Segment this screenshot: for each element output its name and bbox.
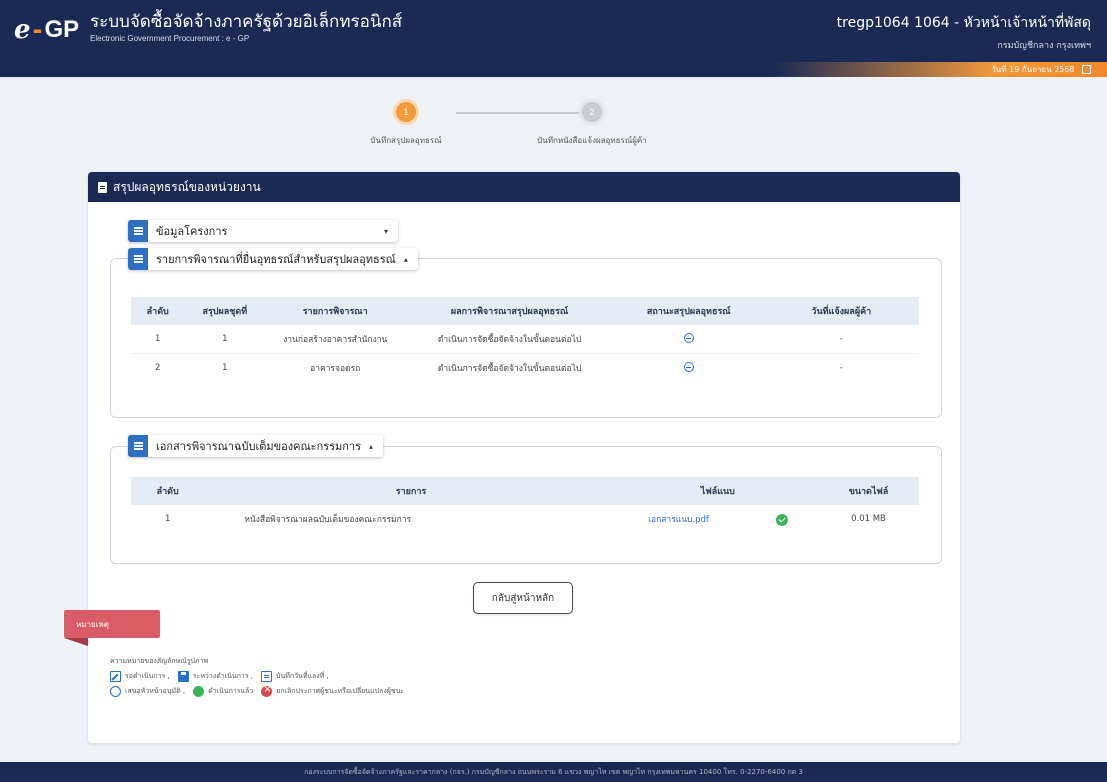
cell-result: ดำเนินการจัดซื้อจัดจ้างในขั้นตอนต่อไป bbox=[405, 353, 614, 382]
chevron-up-icon: ▴ bbox=[369, 441, 374, 451]
col-notify-date: วันที่แจ้งผลผู้ค้า bbox=[763, 297, 919, 325]
col-no: ลำดับ bbox=[131, 477, 205, 505]
current-date: วันที่ 19 กันยายน 2568 bbox=[991, 63, 1091, 76]
cell-set: 1 bbox=[184, 353, 266, 382]
legend-label: บันทึกวันที่แลงที่ , bbox=[276, 672, 329, 680]
col-result: ผลการพิจารณาสรุปผลอุทธรณ์ bbox=[405, 297, 614, 325]
project-info-toggle[interactable]: ข้อมูลโครงการ ▾ bbox=[128, 220, 399, 242]
chevron-up-icon: ▴ bbox=[403, 254, 408, 264]
stepper: 1 บันทึกสรุปผลอุทธรณ์ 2 บันทึกหนังสือแจ้… bbox=[370, 102, 690, 162]
cell-set: 1 bbox=[222, 334, 228, 344]
consideration-group: ลำดับ สรุปผลชุดที่ รายการพิจารณา ผลการพิ… bbox=[110, 258, 942, 418]
step-2-circle: 2 bbox=[582, 102, 602, 122]
legend-item: ดำเนินการแล้ว bbox=[193, 686, 253, 697]
documents-toggle[interactable]: เอกสารพิจารณาฉบับเต็มของคณะกรรมการ ▴ bbox=[128, 435, 384, 457]
legend-item: รอดำเนินการ , bbox=[110, 671, 170, 682]
logo-dash: - bbox=[32, 16, 43, 44]
user-icon[interactable] bbox=[683, 361, 694, 372]
col-size: ขนาดไฟล์ bbox=[818, 477, 919, 505]
cell-status[interactable] bbox=[613, 353, 764, 382]
cell-notify-date: - bbox=[839, 334, 843, 344]
consideration-table: ลำดับ สรุปผลชุดที่ รายการพิจารณา ผลการพิ… bbox=[131, 297, 919, 382]
documents-label: เอกสารพิจารณาฉบับเต็มของคณะกรรมการ bbox=[156, 440, 362, 453]
edit-icon bbox=[110, 671, 121, 682]
col-item: รายการ bbox=[204, 477, 618, 505]
user-name: tregp1064 1064 - หัวหน้าเจ้าหน้าที่พัสดุ bbox=[836, 15, 1091, 31]
logo-e: e bbox=[14, 15, 31, 45]
table-row: 2 1 อาคารจอดรถ ดำเนินการจัดซื้อจัดจ้างใน… bbox=[131, 353, 919, 382]
save-icon bbox=[177, 671, 189, 682]
check-icon bbox=[775, 513, 788, 526]
cell-no: 1 bbox=[164, 514, 171, 524]
footer: กองระบบการจัดซื้อจัดจ้างภาครัฐและราคากลา… bbox=[0, 762, 1107, 782]
step-1: 1 บันทึกสรุปผลอุทธรณ์ bbox=[336, 102, 476, 147]
logout-icon[interactable] bbox=[1082, 65, 1091, 74]
step-2: 2 บันทึกหนังสือแจ้งผลอุทธรณ์ผู้ค้า bbox=[522, 102, 662, 147]
cell-result: ดำเนินการจัดซื้อจัดจ้างในขั้นตอนต่อไป bbox=[437, 335, 582, 345]
legend-title: ความหมายของสัญลักษณ์รูปภาพ bbox=[110, 657, 209, 665]
logo-gp: GP bbox=[44, 16, 80, 43]
cell-item: อาคารจอดรถ bbox=[265, 353, 406, 382]
top-bar: e - GP ระบบจัดซื้อจัดจ้างภาครัฐด้วยอิเล็… bbox=[0, 0, 1107, 62]
file-link[interactable]: เอกสารแนบ.pdf bbox=[648, 515, 709, 525]
col-file: ไฟล์แนบ bbox=[617, 477, 818, 505]
document-icon bbox=[98, 181, 107, 193]
step-1-label: บันทึกสรุปผลอุทธรณ์ bbox=[370, 136, 442, 145]
legend-label: เสนอหัวหน้าอนุมัติ , bbox=[125, 687, 186, 695]
check-icon bbox=[193, 686, 205, 697]
step-2-label: บันทึกหนังสือแจ้งผลอุทธรณ์ผู้ค้า bbox=[537, 136, 647, 145]
legend-label: ยกเลิกประกาศผู้ชนะหรือเปลี่ยนแปลงผู้ชนะ bbox=[276, 687, 405, 695]
legend-label: ระหว่างดำเนินการ , bbox=[192, 672, 254, 680]
list-icon bbox=[128, 435, 148, 457]
legend-label: ดำเนินการแล้ว bbox=[208, 687, 254, 695]
documents-group: ลำดับ รายการ ไฟล์แนบ ขนาดไฟล์ 1 หนังสือพ… bbox=[110, 446, 942, 564]
cell-item: งานก่อสร้างอาคารสำนักงาน bbox=[283, 335, 388, 345]
consideration-label: รายการพิจารณาที่ยื่นอุทธรณ์สำหรับสรุปผลอ… bbox=[156, 253, 396, 266]
table-row: 1 1 งานก่อสร้างอาคารสำนักงาน ดำเนินการจั… bbox=[131, 325, 919, 354]
user-icon[interactable] bbox=[683, 332, 694, 343]
consideration-toggle[interactable]: รายการพิจารณาที่ยื่นอุทธรณ์สำหรับสรุปผลอ… bbox=[128, 248, 418, 270]
cell-no: 1 bbox=[155, 334, 161, 344]
site-subtitle: Electronic Government Procurement : e - … bbox=[90, 34, 250, 43]
col-status: สถานะสรุปผลอุทธรณ์ bbox=[613, 297, 764, 325]
notes-legend: ความหมายของสัญลักษณ์รูปภาพ รอดำเนินการ ,… bbox=[110, 656, 942, 726]
site-title: ระบบจัดซื้อจัดจ้างภาครัฐด้วยอิเล็กทรอนิก… bbox=[90, 12, 403, 32]
cell-size: 0.01 MB bbox=[851, 514, 886, 524]
legend-item: เสนอหัวหน้าอนุมัติ , bbox=[110, 686, 185, 697]
col-set: สรุปผลชุดที่ bbox=[184, 297, 266, 325]
cell-status[interactable] bbox=[614, 325, 764, 354]
col-no: ลำดับ bbox=[131, 297, 185, 325]
egp-logo[interactable]: e - GP bbox=[14, 13, 79, 47]
legend-label: รอดำเนินการ , bbox=[125, 672, 170, 680]
record-icon bbox=[261, 671, 273, 682]
back-to-home-button[interactable]: กลับสู่หน้าหลัก bbox=[473, 582, 573, 614]
legend-item: ยกเลิกประกาศผู้ชนะหรือเปลี่ยนแปลงผู้ชนะ bbox=[261, 684, 405, 697]
cell-item: หนังสือพิจารณาผลฉบับเต็มของคณะกรรมการ bbox=[244, 515, 412, 525]
table-row: 1 หนังสือพิจารณาผลฉบับเต็มของคณะกรรมการ … bbox=[131, 505, 919, 533]
legend-item: ระหว่างดำเนินการ , bbox=[177, 671, 254, 682]
project-info-label: ข้อมูลโครงการ bbox=[156, 225, 228, 238]
card-header: สรุปผลอุทธรณ์ของหน่วยงาน bbox=[88, 172, 960, 202]
col-item: รายการพิจารณา bbox=[265, 297, 406, 325]
documents-table: ลำดับ รายการ ไฟล์แนบ ขนาดไฟล์ 1 หนังสือพ… bbox=[131, 477, 919, 533]
card-title: สรุปผลอุทธรณ์ของหน่วยงาน bbox=[113, 179, 261, 194]
chevron-down-icon: ▾ bbox=[384, 226, 389, 236]
cancel-icon bbox=[261, 684, 273, 697]
user-icon bbox=[110, 686, 121, 697]
cell-no: 2 bbox=[131, 353, 185, 382]
user-dept: กรมบัญชีกลาง กรุงเทพฯ bbox=[997, 41, 1091, 51]
sub-bar: วันที่ 19 กันยายน 2568 bbox=[0, 62, 1107, 77]
cell-notify-date: - bbox=[763, 353, 919, 382]
legend-row-1: รอดำเนินการ , ระหว่างดำเนินการ , บันทึกว… bbox=[110, 671, 942, 682]
legend-row-2: เสนอหัวหน้าอนุมัติ , ดำเนินการแล้ว ยกเลิ… bbox=[110, 684, 942, 697]
user-info: tregp1064 1064 - หัวหน้าเจ้าหน้าที่พัสดุ… bbox=[837, 12, 1091, 52]
list-icon bbox=[128, 220, 148, 242]
list-icon bbox=[128, 248, 148, 270]
brand: ระบบจัดซื้อจัดจ้างภาครัฐด้วยอิเล็กทรอนิก… bbox=[90, 12, 402, 43]
cell-file: เอกสารแนบ.pdf bbox=[618, 505, 818, 533]
legend-item: บันทึกวันที่แลงที่ , bbox=[261, 671, 329, 682]
step-1-circle: 1 bbox=[396, 102, 416, 122]
date-text: วันที่ 19 กันยายน 2568 bbox=[991, 65, 1075, 74]
notes-tag: หมายเหตุ bbox=[64, 610, 160, 646]
